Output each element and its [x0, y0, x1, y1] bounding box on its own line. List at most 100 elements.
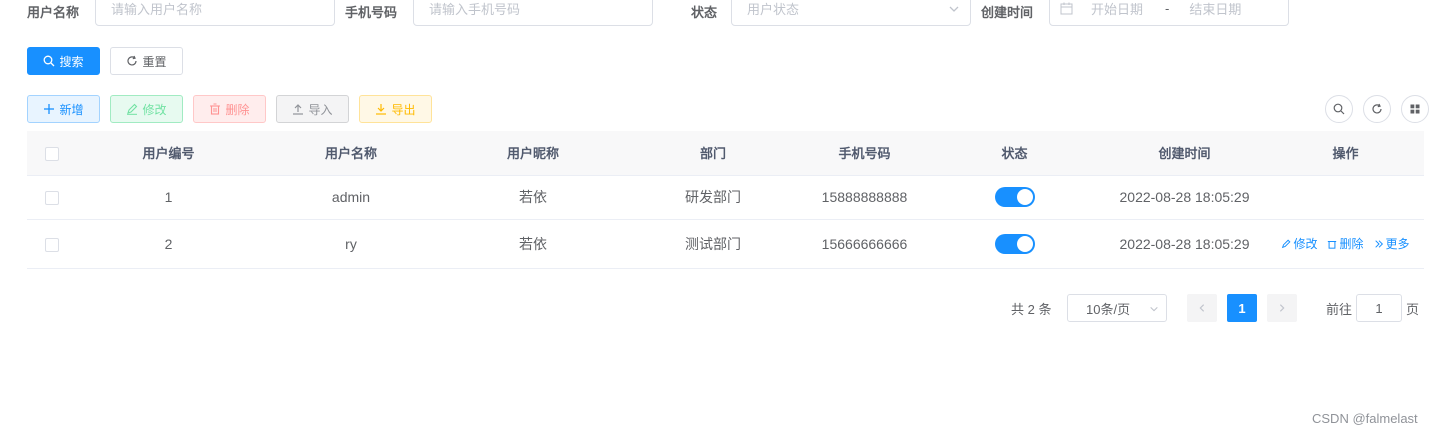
page-size-select[interactable]: 10条/页: [1067, 294, 1167, 322]
row-checkbox[interactable]: [45, 237, 59, 252]
grid-icon: [1410, 104, 1420, 114]
table-row: 1 admin 若依 研发部门 15888888888 2022-08-28 1…: [27, 175, 1424, 220]
status-placeholder: 用户状态: [747, 1, 800, 17]
select-all-checkbox[interactable]: [45, 146, 59, 161]
goto-page-input[interactable]: 1: [1356, 294, 1402, 322]
row-checkbox[interactable]: [45, 191, 59, 206]
header-username: 用户名称: [260, 131, 442, 176]
range-separator: -: [1165, 0, 1170, 16]
row-edit-link[interactable]: 修改: [1281, 235, 1317, 252]
delete-button-label: 删除: [225, 102, 250, 117]
row-edit-label: 修改: [1293, 237, 1318, 251]
header-phone: 手机号码: [802, 131, 927, 176]
cell-nickname: 若依: [442, 219, 624, 269]
cell-status: [927, 175, 1102, 220]
row-more-link[interactable]: 更多: [1374, 235, 1410, 252]
cell-dept: 测试部门: [624, 219, 802, 269]
prev-page-button[interactable]: [1187, 294, 1217, 322]
export-button-label: 导出: [391, 102, 416, 117]
cell-created: 2022-08-28 18:05:29: [1102, 175, 1267, 220]
date-range-picker[interactable]: 开始日期 - 结束日期: [1049, 0, 1289, 26]
columns-button[interactable]: [1401, 95, 1429, 123]
cell-status: [927, 219, 1102, 269]
chevron-left-icon: [1199, 304, 1205, 312]
reset-button[interactable]: 重置: [110, 47, 183, 75]
table-header-row: 用户编号 用户名称 用户昵称 部门 手机号码 状态 创建时间 操作: [27, 131, 1424, 176]
end-date-placeholder[interactable]: 结束日期: [1189, 0, 1241, 18]
plus-icon: [44, 104, 55, 114]
header-nickname: 用户昵称: [442, 131, 624, 176]
status-switch[interactable]: [994, 233, 1035, 254]
chevron-down-icon: [1150, 306, 1158, 312]
edit-button[interactable]: 修改: [110, 95, 183, 123]
username-input[interactable]: 请输入用户名称: [95, 0, 335, 26]
username-label: 用户名称: [27, 5, 80, 20]
search-button[interactable]: 搜索: [27, 47, 100, 75]
download-icon: [376, 104, 387, 115]
status-select[interactable]: 用户状态: [731, 0, 971, 26]
next-page-button[interactable]: [1267, 294, 1297, 322]
page-suffix-label: 页: [1406, 301, 1420, 317]
row-delete-link[interactable]: 删除: [1327, 235, 1364, 252]
edit-icon: [127, 103, 138, 115]
trash-icon: [1328, 240, 1337, 249]
chevron-down-icon: [949, 6, 959, 12]
header-dept: 部门: [624, 131, 802, 176]
cell-username: ry: [260, 219, 442, 269]
page-size-value: 10条/页: [1086, 301, 1131, 317]
start-date-placeholder[interactable]: 开始日期: [1091, 0, 1143, 18]
header-status: 状态: [927, 131, 1102, 176]
row-more-label: 更多: [1385, 237, 1410, 251]
header-user-id: 用户编号: [77, 131, 260, 176]
cell-actions: 修改 删除 更多: [1267, 219, 1424, 269]
import-button[interactable]: 导入: [276, 95, 349, 123]
cell-user-id: 1: [77, 175, 260, 220]
cell-phone: 15888888888: [802, 175, 927, 220]
cell-username: admin: [260, 175, 442, 220]
trash-icon: [210, 103, 221, 115]
edit-icon: [1282, 239, 1291, 248]
upload-icon: [293, 104, 304, 115]
phone-input[interactable]: 请输入手机号码: [413, 0, 653, 26]
refresh-table-button[interactable]: [1363, 95, 1391, 123]
pagination-total: 共 2 条: [1011, 301, 1052, 317]
watermark: CSDN @falmelast: [1312, 411, 1418, 426]
search-icon: [44, 55, 55, 67]
cell-nickname: 若依: [442, 175, 624, 220]
header-actions: 操作: [1267, 131, 1424, 176]
username-placeholder: 请输入用户名称: [111, 1, 203, 17]
add-button[interactable]: 新增: [27, 95, 100, 123]
created-label: 创建时间: [981, 5, 1034, 20]
phone-placeholder: 请输入手机号码: [429, 1, 521, 17]
search-button-label: 搜索: [59, 54, 84, 69]
row-select-cell: [27, 219, 77, 269]
row-select-cell: [27, 175, 77, 220]
chevron-right-icon: [1279, 304, 1285, 312]
cell-created: 2022-08-28 18:05:29: [1102, 219, 1267, 269]
status-label: 状态: [691, 5, 718, 20]
page-1-button[interactable]: 1: [1227, 294, 1257, 322]
cell-dept: 研发部门: [624, 175, 802, 220]
reset-button-label: 重置: [142, 54, 167, 69]
header-created: 创建时间: [1102, 131, 1267, 176]
delete-button[interactable]: 删除: [193, 95, 266, 123]
toggle-search-button[interactable]: [1325, 95, 1353, 123]
cell-user-id: 2: [77, 219, 260, 269]
table-row: 2 ry 若依 测试部门 15666666666 2022-08-28 18:0…: [27, 219, 1424, 269]
double-arrow-right-icon: [1374, 239, 1383, 248]
add-button-label: 新增: [59, 102, 84, 117]
cell-phone: 15666666666: [802, 219, 927, 269]
goto-label: 前往: [1326, 301, 1353, 317]
refresh-icon: [127, 55, 138, 66]
search-icon: [1333, 103, 1345, 115]
user-table: 用户编号 用户名称 用户昵称 部门 手机号码 状态 创建时间 操作 1 admi…: [27, 131, 1424, 269]
phone-label: 手机号码: [345, 5, 398, 20]
import-button-label: 导入: [308, 102, 333, 117]
calendar-icon: [1060, 2, 1073, 14]
row-delete-label: 删除: [1339, 237, 1364, 251]
edit-button-label: 修改: [142, 102, 167, 117]
refresh-icon: [1372, 103, 1382, 114]
status-switch[interactable]: [994, 187, 1035, 207]
export-button[interactable]: 导出: [359, 95, 432, 123]
select-all-cell: [27, 131, 77, 176]
